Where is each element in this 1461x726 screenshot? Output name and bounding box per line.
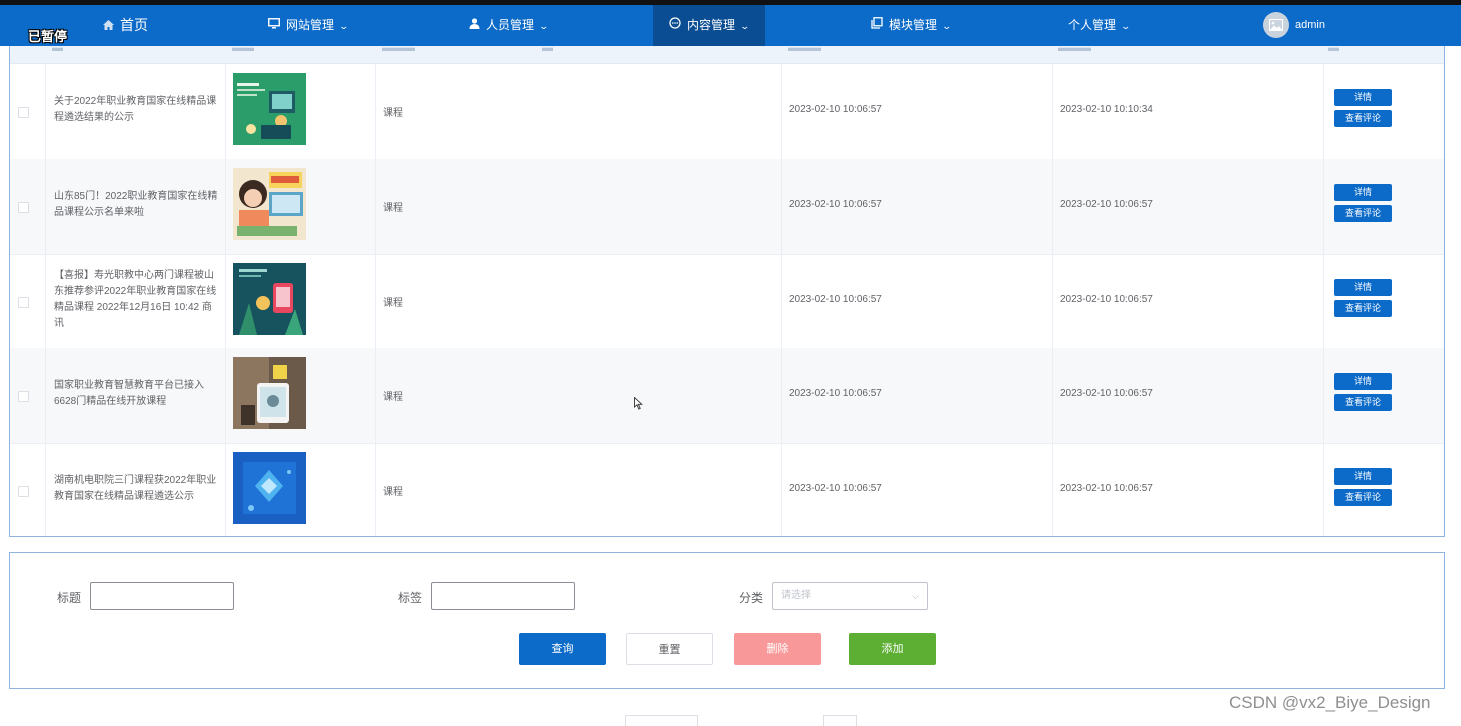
chat-icon [669,6,681,47]
nav-module-management-label: 模块管理 [889,18,938,32]
nav-user-management[interactable]: 人员管理 ⌄ [469,5,550,47]
row-tag: 课程 [383,298,403,309]
top-nav: 首页 网站管理 ⌄ 人员管理 ⌄ 内容管理 ⌄ 模块管理 ⌄ 个人管理 ⌄ admin [0,0,1461,46]
row-title: 山东85门！2022职业教育国家在线精品课程公示名单来啦 [54,191,218,218]
row-checkbox[interactable] [18,107,29,118]
row-created-time: 2023-02-10 10:06:57 [789,199,882,210]
search-button[interactable]: 查询 [519,633,606,665]
row-thumbnail [233,263,306,335]
row-checkbox[interactable] [18,202,29,213]
row-tag: 课程 [383,108,403,119]
table-row: 国家职业教育智慧教育平台已接入6628门精品在线开放课程 课程 2023-02-… [10,348,1444,444]
row-title: 湖南机电职院三门课程获2022年职业教育国家在线精品课程遴选公示 [54,475,217,502]
row-updated-time: 2023-02-10 10:06:57 [1060,483,1153,494]
table-row: 山东85门！2022职业教育国家在线精品课程公示名单来啦 课程 2023-02-… [10,159,1444,255]
nav-home-label: 首页 [120,17,148,33]
row-created-time: 2023-02-10 10:06:57 [789,483,882,494]
image-icon [1269,19,1283,31]
view-comments-button[interactable]: 查看评论 [1334,300,1392,317]
header-fragment: ▬▬▬ [788,46,821,54]
detail-button[interactable]: 详情 [1334,89,1392,106]
row-updated-time: 2023-02-10 10:06:57 [1060,388,1153,399]
user-icon [469,6,480,47]
view-comments-button[interactable]: 查看评论 [1334,205,1392,222]
chevron-down-icon: ⌄ [1120,21,1132,31]
nav-home[interactable]: 首页 [103,5,148,46]
row-checkbox[interactable] [18,486,29,497]
delete-button[interactable]: 删除 [734,633,821,665]
view-comments-button[interactable]: 查看评论 [1334,489,1392,506]
content-table: ▬ ▬▬ ▬▬▬ ▬ ▬▬▬ ▬▬▬ ▬ 关于2022年职业教育国家在线精品课程… [9,46,1445,537]
chevron-down-icon: ⌄ [538,21,550,31]
detail-button[interactable]: 详情 [1334,279,1392,296]
row-title: 关于2022年职业教育国家在线精品课程遴选结果的公示 [54,96,217,123]
row-updated-time: 2023-02-10 10:06:57 [1060,294,1153,305]
monitor-icon [268,6,280,47]
home-icon [103,7,114,48]
reset-button[interactable]: 重置 [626,633,713,665]
chevron-down-icon: ⌄ [739,21,751,31]
row-checkbox[interactable] [18,297,29,308]
title-label: 标题 [57,591,82,605]
row-tag: 课程 [383,203,403,214]
header-fragment: ▬ [52,46,63,54]
category-label: 分类 [739,591,764,605]
mouse-cursor-icon [634,396,643,415]
row-tag: 课程 [383,487,403,498]
header-fragment: ▬▬▬ [382,46,415,54]
nav-user-management-label: 人员管理 [486,18,535,32]
chevron-down-icon: ⌵ [912,591,919,601]
nav-site-management-label: 网站管理 [286,18,335,32]
nav-personal-management-label: 个人管理 [1068,18,1117,32]
category-placeholder: 请选择 [781,590,811,601]
title-input[interactable] [90,582,234,610]
row-created-time: 2023-02-10 10:06:57 [789,294,882,305]
nav-site-management[interactable]: 网站管理 ⌄ [268,5,350,47]
nav-module-management[interactable]: 模块管理 ⌄ [871,5,953,47]
row-created-time: 2023-02-10 10:06:57 [789,388,882,399]
tag-input[interactable] [431,582,575,610]
category-select[interactable]: 请选择 ⌵ [772,582,928,610]
header-fragment: ▬ [542,46,553,54]
pagination-control[interactable] [625,715,698,726]
row-created-time: 2023-02-10 10:06:57 [789,104,882,115]
detail-button[interactable]: 详情 [1334,373,1392,390]
chevron-down-icon: ⌄ [941,21,953,31]
detail-button[interactable]: 详情 [1334,468,1392,485]
detail-button[interactable]: 详情 [1334,184,1392,201]
header-fragment: ▬▬▬ [1058,46,1091,54]
table-row: 湖南机电职院三门课程获2022年职业教育国家在线精品课程遴选公示 课程 2023… [10,443,1444,536]
header-fragment: ▬ [1328,46,1339,54]
row-thumbnail [233,452,306,524]
row-title: 国家职业教育智慧教育平台已接入6628门精品在线开放课程 [54,380,204,407]
row-updated-time: 2023-02-10 10:10:34 [1060,104,1153,115]
nav-personal-management[interactable]: 个人管理 ⌄ [1068,5,1132,46]
table-header: ▬ ▬▬ ▬▬▬ ▬ ▬▬▬ ▬▬▬ ▬ [10,46,1444,64]
row-checkbox[interactable] [18,391,29,402]
row-thumbnail [233,73,306,145]
tag-label: 标签 [398,591,423,605]
table-row: 关于2022年职业教育国家在线精品课程遴选结果的公示 课程 2023-02-10… [10,64,1444,160]
filter-form: 标题 标签 分类 请选择 ⌵ 查询 重置 删除 添加 [9,552,1445,689]
table-row: 【喜报】寿光职教中心两门课程被山东推荐参评2022年职业教育国家在线精品课程 2… [10,254,1444,350]
row-thumbnail [233,168,306,240]
paused-indicator: 已暂停 [28,29,68,44]
nav-content-management-label: 内容管理 [687,18,736,32]
row-thumbnail [233,357,306,429]
view-comments-button[interactable]: 查看评论 [1334,394,1392,411]
row-tag: 课程 [383,392,403,403]
avatar[interactable] [1263,12,1289,38]
watermark: CSDN @vx2_Biye_Design [1229,693,1431,712]
row-title: 【喜报】寿光职教中心两门课程被山东推荐参评2022年职业教育国家在线精品课程 2… [54,270,217,329]
view-comments-button[interactable]: 查看评论 [1334,110,1392,127]
header-fragment: ▬▬ [232,46,254,54]
username[interactable]: admin [1295,5,1325,46]
add-button[interactable]: 添加 [849,633,936,665]
chevron-down-icon: ⌄ [338,21,350,31]
nav-content-management[interactable]: 内容管理 ⌄ [653,5,765,46]
copy-icon [871,6,883,47]
row-updated-time: 2023-02-10 10:06:57 [1060,199,1153,210]
pagination-control[interactable] [823,715,857,726]
